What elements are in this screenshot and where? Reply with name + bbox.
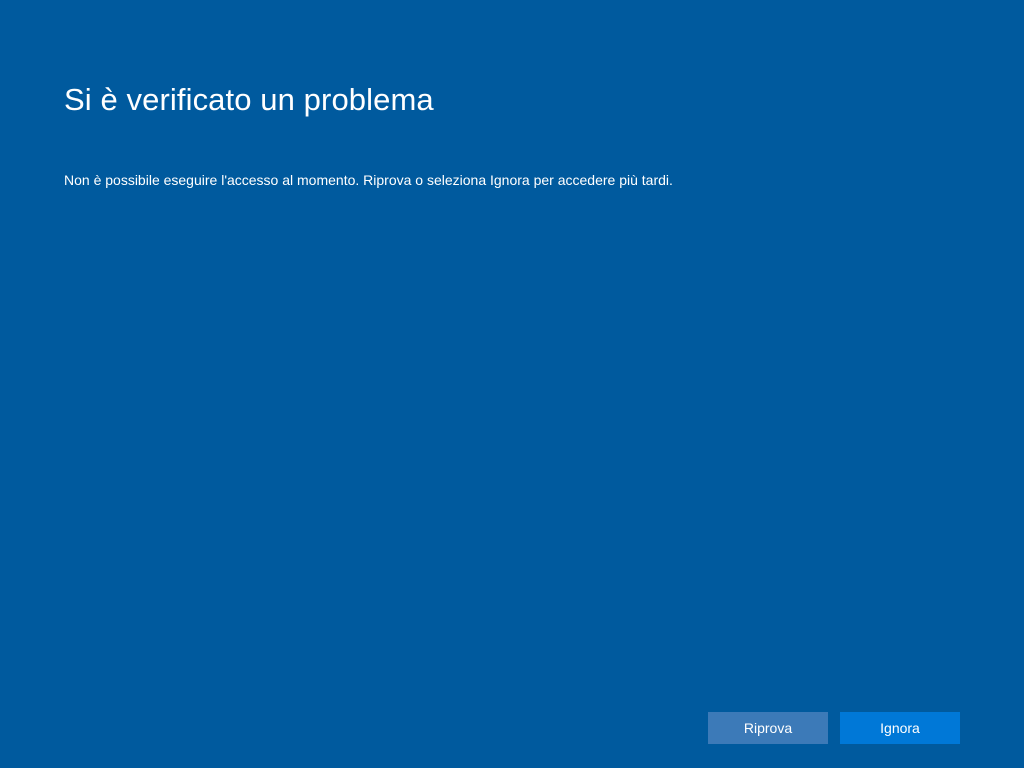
error-screen: Si è verificato un problema Non è possib…	[0, 0, 1024, 768]
skip-button[interactable]: Ignora	[840, 712, 960, 744]
error-message: Non è possibile eseguire l'accesso al mo…	[64, 172, 673, 188]
page-title: Si è verificato un problema	[64, 82, 434, 117]
retry-button[interactable]: Riprova	[708, 712, 828, 744]
